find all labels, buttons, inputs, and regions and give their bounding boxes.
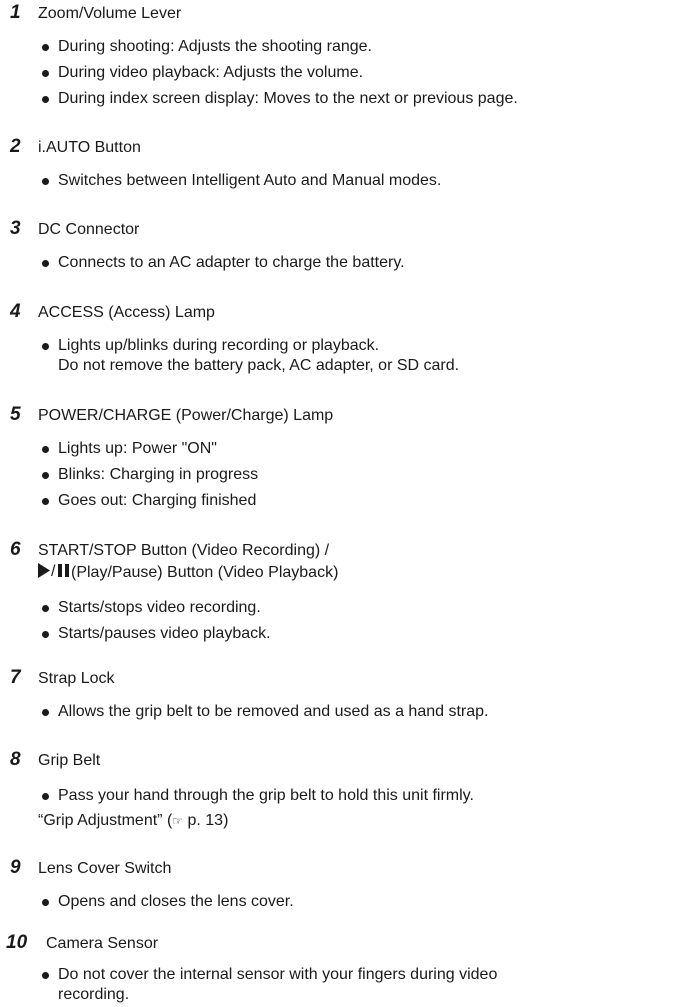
bullet-continuation: Do not remove the battery pack, AC adapt… — [58, 357, 460, 374]
reference-page: p. 13 — [187, 812, 224, 829]
part-number: 7 — [10, 667, 21, 688]
bullet-item: Blinks: Charging in progress — [42, 465, 258, 485]
part-title: DC Connector — [38, 221, 140, 238]
bullet-list: During shooting: Adjusts the shooting ra… — [42, 37, 518, 109]
part-number: 4 — [10, 301, 21, 322]
part-number: 9 — [10, 857, 21, 878]
part-number: 2 — [10, 136, 21, 157]
part-title: START/STOP Button (Video Recording) / — [38, 542, 330, 559]
bullet-item: Starts/stops video recording. — [42, 598, 271, 618]
bullet-list: Starts/stops video recording. Starts/pau… — [42, 598, 271, 644]
part-title-line2: / (Play/Pause) Button (Video Playback) — [38, 563, 338, 583]
bullet-list: Lights up: Power "ON" Blinks: Charging i… — [42, 439, 258, 511]
bullet-item: Starts/pauses video playback. — [42, 624, 271, 644]
bullet-continuation: recording. — [58, 986, 130, 1003]
reference-link[interactable]: “Grip Adjustment” — [38, 812, 162, 829]
play-pause-icon: / — [38, 563, 69, 578]
part-title: Lens Cover Switch — [38, 860, 172, 877]
part-title: Zoom/Volume Lever — [38, 5, 182, 22]
play-pause-label: (Play/Pause) Button (Video Playback) — [71, 564, 339, 581]
bullet-list: Pass your hand through the grip belt to … — [42, 786, 474, 806]
part-title: Camera Sensor — [46, 935, 159, 952]
manual-parts-description: 1 Zoom/Volume Lever During shooting: Adj… — [0, 0, 697, 1007]
part-title: POWER/CHARGE (Power/Charge) Lamp — [38, 407, 334, 424]
pointing-hand-icon: ☞ — [172, 814, 184, 828]
part-number: 6 — [10, 539, 21, 560]
bullet-item: Lights up/blinks during recording or pla… — [42, 336, 459, 356]
part-title: Strap Lock — [38, 670, 115, 687]
bullet-item: Connects to an AC adapter to charge the … — [42, 253, 405, 273]
part-number: 8 — [10, 749, 21, 770]
part-number: 5 — [10, 404, 21, 425]
bullet-item: During index screen display: Moves to th… — [42, 89, 518, 109]
bullet-item: Opens and closes the lens cover. — [42, 892, 294, 912]
cross-reference[interactable]: “Grip Adjustment” (☞ p. 13) — [38, 811, 228, 831]
part-title: ACCESS (Access) Lamp — [38, 304, 215, 321]
bullet-list: Allows the grip belt to be removed and u… — [42, 702, 488, 722]
part-title: Grip Belt — [38, 752, 101, 769]
svg-text:/: / — [51, 563, 56, 578]
bullet-item: Allows the grip belt to be removed and u… — [42, 702, 488, 722]
part-number: 10 — [6, 932, 28, 953]
bullet-list: Do not cover the internal sensor with yo… — [42, 965, 497, 1005]
bullet-item: Goes out: Charging finished — [42, 491, 258, 511]
bullet-item: Lights up: Power "ON" — [42, 439, 258, 459]
bullet-item: During shooting: Adjusts the shooting ra… — [42, 37, 518, 57]
bullet-list: Lights up/blinks during recording or pla… — [42, 336, 459, 376]
bullet-item: During video playback: Adjusts the volum… — [42, 63, 518, 83]
bullet-list: Opens and closes the lens cover. — [42, 892, 294, 912]
bullet-item: Do not cover the internal sensor with yo… — [42, 965, 497, 985]
part-title: i.AUTO Button — [38, 139, 141, 156]
part-number: 1 — [10, 2, 21, 23]
bullet-list: Switches between Intelligent Auto and Ma… — [42, 171, 441, 191]
bullet-item: Switches between Intelligent Auto and Ma… — [42, 171, 441, 191]
part-number: 3 — [10, 218, 21, 239]
bullet-list: Connects to an AC adapter to charge the … — [42, 253, 405, 273]
bullet-item: Pass your hand through the grip belt to … — [42, 786, 474, 806]
